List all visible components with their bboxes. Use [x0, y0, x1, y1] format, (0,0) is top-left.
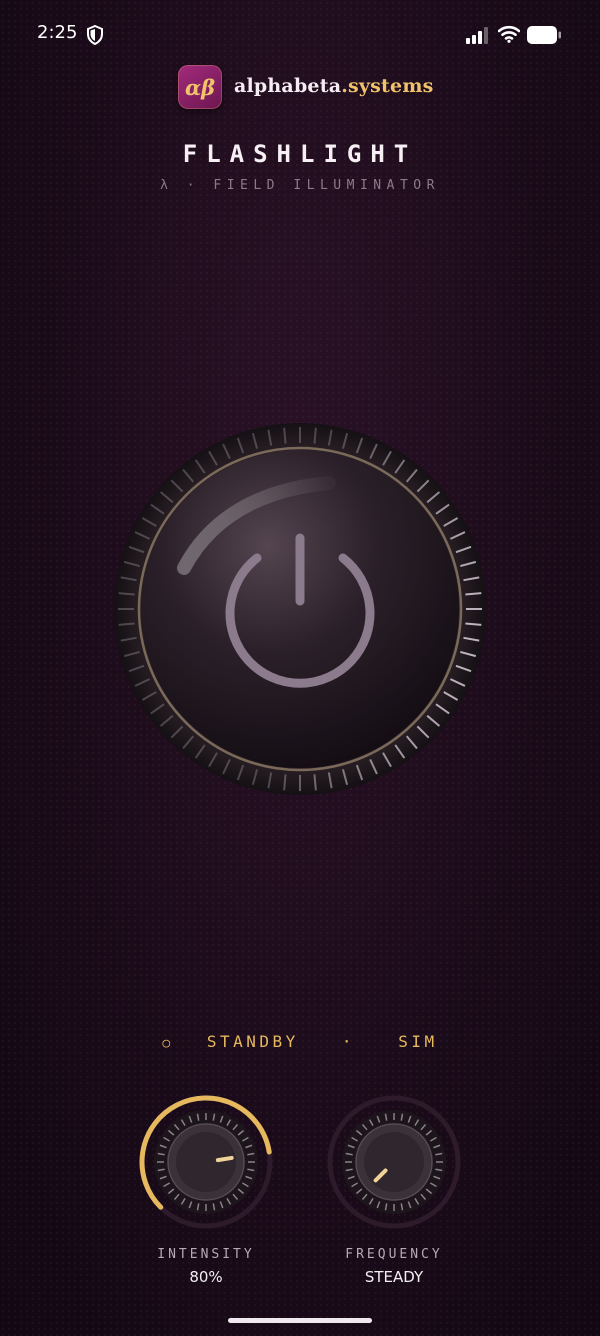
intensity-dial[interactable] [136, 1092, 276, 1232]
battery-icon [527, 26, 561, 44]
knob-tick [283, 427, 287, 444]
knob-tick [313, 774, 317, 791]
frequency-dial[interactable] [324, 1092, 464, 1232]
page-title: FLASHLIGHT [182, 140, 418, 168]
status-state: STANDBY [206, 1032, 299, 1051]
intensity-pointer [215, 1155, 234, 1163]
wifi-icon [498, 25, 520, 43]
knob-tick [118, 592, 135, 596]
page-subtitle: λ · FIELD ILLUMINATOR [160, 178, 440, 193]
knob-tick [118, 622, 135, 626]
cellular-signal-icon [466, 27, 488, 44]
intensity-label: INTENSITY [157, 1247, 255, 1262]
knob-tick [283, 774, 287, 791]
frequency-label: FREQUENCY [345, 1247, 443, 1262]
status-line: ○ STANDBY · SIM [0, 1032, 600, 1051]
home-indicator[interactable] [228, 1318, 372, 1323]
frequency-dial-center [364, 1132, 424, 1192]
knob-tick [465, 592, 482, 596]
brand-logo: αβ [178, 65, 222, 109]
intensity-dial-center [176, 1132, 236, 1192]
knob-tick [313, 427, 317, 444]
status-mode: SIM [398, 1032, 438, 1051]
brand-tld: .systems [341, 75, 434, 97]
brand-name-text: alphabeta [234, 75, 342, 97]
status-time: 2:25 [37, 22, 78, 43]
power-button[interactable] [114, 423, 486, 795]
brand-name: alphabeta.systems [234, 75, 434, 97]
knob-tick [465, 622, 482, 626]
frequency-value: STEADY [364, 1268, 424, 1286]
status-separator: · [341, 1032, 356, 1051]
knob-face [141, 450, 459, 768]
intensity-value: 80% [189, 1268, 223, 1286]
status-indicator-icon: ○ [162, 1036, 174, 1051]
shield-icon [87, 25, 103, 45]
